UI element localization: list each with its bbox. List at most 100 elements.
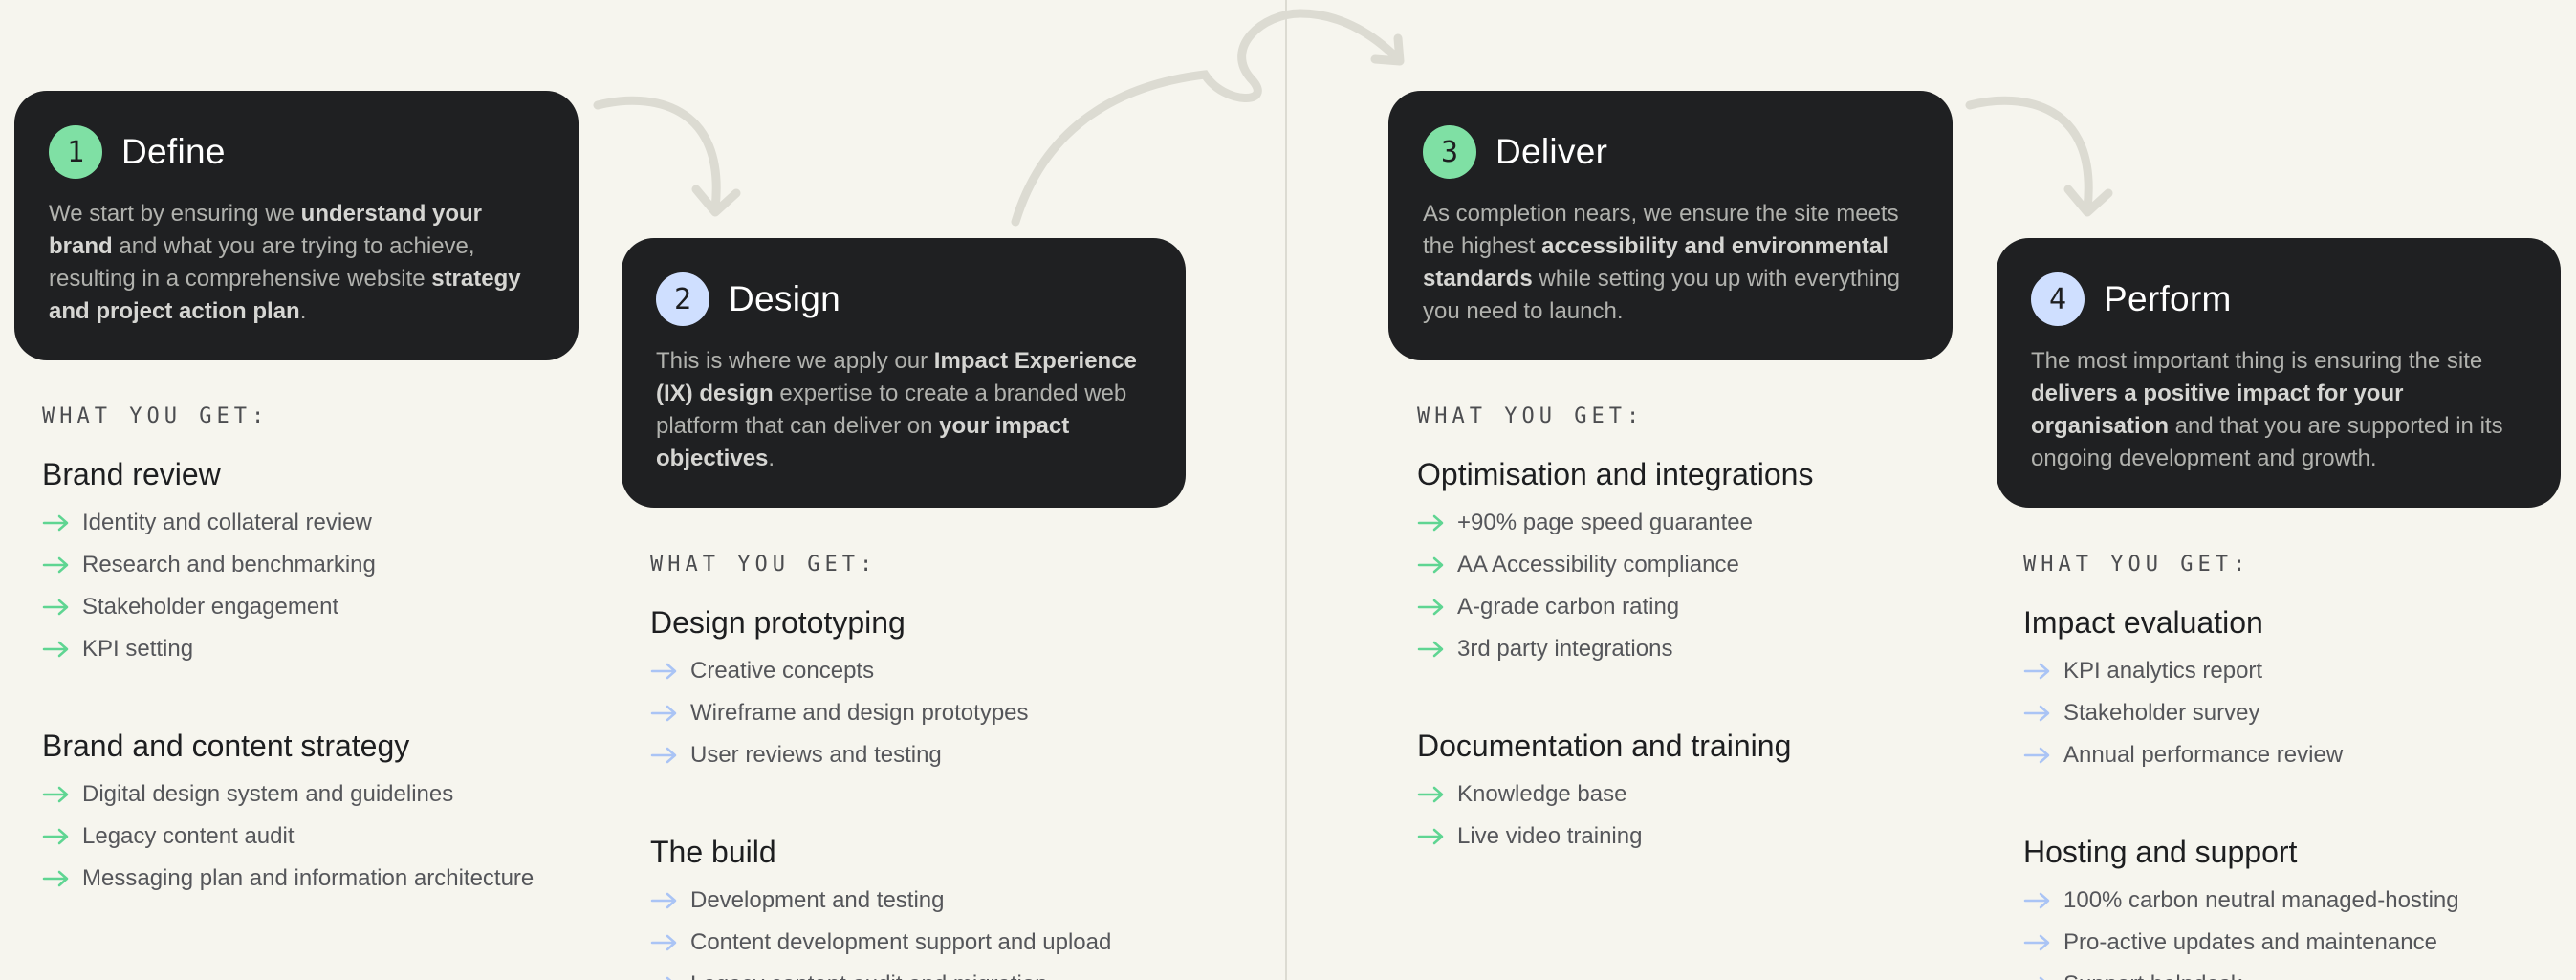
card-header: 3 Deliver — [1423, 123, 1918, 181]
card-header: 2 Design — [656, 271, 1151, 328]
list-item-label: Research and benchmarking — [82, 552, 376, 577]
deliverable-section-title: Brand review — [42, 457, 221, 491]
what-you-get-label: WHAT YOU GET: — [42, 404, 270, 428]
deliverable-list: Development and testing Content developme… — [650, 880, 1224, 980]
step-description: As completion nears, we ensure the site … — [1423, 198, 1920, 328]
list-item: Content development support and upload — [650, 922, 1224, 964]
deliverable-section-title: Optimisation and integrations — [1417, 457, 1814, 491]
step-card-perform: 4 Perform The most important thing is en… — [1997, 238, 2561, 508]
deliverable-list: Digital design system and guidelines Lega… — [42, 773, 616, 900]
list-item: AA Accessibility compliance — [1417, 544, 1991, 586]
arrow-right-icon — [650, 663, 677, 680]
curved-arrow-icon — [1965, 96, 2113, 217]
list-item-label: Stakeholder survey — [2063, 700, 2260, 726]
step-description: This is where we apply our Impact Experi… — [656, 345, 1153, 475]
step-title: Define — [121, 132, 226, 171]
list-item: Wireframe and design prototypes — [650, 692, 1224, 734]
list-item-label: Wireframe and design prototypes — [690, 700, 1029, 726]
deliverable-list: +90% page speed guarantee AA Accessibilit… — [1417, 502, 1991, 670]
deliverables-perform: WHAT YOU GET: Impact evaluation KPI analyt… — [2023, 553, 2576, 980]
list-item-label: Legacy content audit and migration — [690, 971, 1048, 980]
list-item-label: Content development support and upload — [690, 929, 1112, 955]
deliverables-deliver: WHAT YOU GET: Optimisation and integratio… — [1417, 404, 1991, 858]
list-item-label: A-grade carbon rating — [1457, 594, 1680, 620]
arrow-right-icon — [42, 870, 69, 887]
list-item: Messaging plan and information architect… — [42, 858, 616, 900]
card-header: 1 Define — [49, 123, 544, 181]
arrow-right-icon — [42, 599, 69, 616]
list-item-label: Pro-active updates and maintenance — [2063, 929, 2437, 955]
list-item-label: Stakeholder engagement — [82, 594, 339, 620]
curved-arrow-icon — [593, 96, 741, 217]
arrow-right-icon — [2023, 705, 2050, 722]
list-item-label: Creative concepts — [690, 658, 875, 684]
list-item: +90% page speed guarantee — [1417, 502, 1991, 544]
what-you-get-label: WHAT YOU GET: — [2023, 553, 2251, 577]
deliverable-list: Creative concepts Wireframe and design pr… — [650, 650, 1224, 776]
list-item: 100% carbon neutral managed-hosting — [2023, 880, 2576, 922]
arrow-right-icon — [42, 828, 69, 845]
arrow-right-icon — [2039, 976, 2045, 980]
list-item-label: Support helpdesk — [2063, 971, 2242, 980]
arrow-right-icon — [650, 705, 677, 722]
list-item-label: Legacy content audit — [82, 823, 295, 849]
card-header: 4 Perform — [2031, 271, 2526, 328]
body-text: . — [768, 446, 775, 471]
deliverable-list: Knowledge base Live video training — [1417, 773, 1991, 858]
arrow-right-icon — [650, 747, 677, 764]
what-you-get-label: WHAT YOU GET: — [1417, 404, 1645, 428]
deliverable-section-title: Hosting and support — [2023, 835, 2298, 869]
deliverable-section-title: Design prototyping — [650, 605, 906, 640]
list-item: Creative concepts — [650, 650, 1224, 692]
step-description: We start by ensuring we understand your … — [49, 198, 546, 328]
list-item: 3rd party integrations — [1417, 628, 1991, 670]
body-text: This is where we apply our — [656, 348, 934, 374]
list-item-label: Annual performance review — [2063, 742, 2344, 768]
arrow-right-icon — [2023, 892, 2050, 909]
step-number-badge: 2 — [656, 272, 709, 326]
list-item: KPI analytics report — [2023, 650, 2576, 692]
list-item: Digital design system and guidelines — [42, 773, 616, 816]
list-item: Knowledge base — [1417, 773, 1991, 816]
list-item-label: User reviews and testing — [690, 742, 942, 768]
list-item: Stakeholder survey — [2023, 692, 2576, 734]
arrow-right-icon — [42, 514, 69, 532]
deliverable-section-title: The build — [650, 835, 776, 869]
arrow-right-icon — [1417, 641, 1444, 658]
deliverables-define: WHAT YOU GET: Brand review Identity and co… — [42, 404, 616, 900]
step-title: Deliver — [1495, 132, 1608, 171]
list-item-label: Messaging plan and information architect… — [82, 865, 535, 891]
arrow-right-icon — [1417, 599, 1444, 616]
list-item: Identity and collateral review — [42, 502, 616, 544]
list-item: KPI setting — [42, 628, 616, 670]
list-item: Pro-active updates and maintenance — [2023, 922, 2576, 964]
list-item-label: Digital design system and guidelines — [82, 781, 454, 807]
step-description: The most important thing is ensuring the… — [2031, 345, 2528, 475]
list-item: Research and benchmarking — [42, 544, 616, 586]
deliverable-list: 100% carbon neutral managed-hosting Pro-a… — [2023, 880, 2576, 980]
deliverables-design: WHAT YOU GET: Design prototyping Creative … — [650, 553, 1224, 980]
list-item-label: KPI setting — [82, 636, 194, 662]
deliverable-list: Identity and collateral review Research a… — [42, 502, 616, 670]
step-number-badge: 4 — [2031, 272, 2085, 326]
deliverable-list: KPI analytics report Stakeholder survey An… — [2023, 650, 2576, 776]
arrow-right-icon — [1417, 786, 1444, 803]
step-title: Perform — [2104, 279, 2232, 318]
body-text: and what you are trying to achieve, resu… — [49, 233, 475, 292]
list-item-label: KPI analytics report — [2063, 658, 2263, 684]
step-card-deliver: 3 Deliver As completion nears, we ensure… — [1388, 91, 1953, 360]
list-item-label: +90% page speed guarantee — [1457, 510, 1753, 535]
list-item: Stakeholder engagement — [42, 586, 616, 628]
body-text: . — [299, 298, 307, 324]
list-item-label: Knowledge base — [1457, 781, 1627, 807]
list-item: A-grade carbon rating — [1417, 586, 1991, 628]
arrow-right-icon — [42, 641, 69, 658]
list-item: Annual performance review — [2023, 734, 2576, 776]
list-item-label: AA Accessibility compliance — [1457, 552, 1739, 577]
what-you-get-label: WHAT YOU GET: — [650, 553, 878, 577]
process-page: 1 Define We start by ensuring we underst… — [0, 0, 2576, 980]
arrow-right-icon — [42, 556, 69, 574]
list-item-label: Live video training — [1457, 823, 1643, 849]
list-item: Legacy content audit and migration — [650, 964, 1224, 980]
step-number-badge: 1 — [49, 125, 102, 179]
